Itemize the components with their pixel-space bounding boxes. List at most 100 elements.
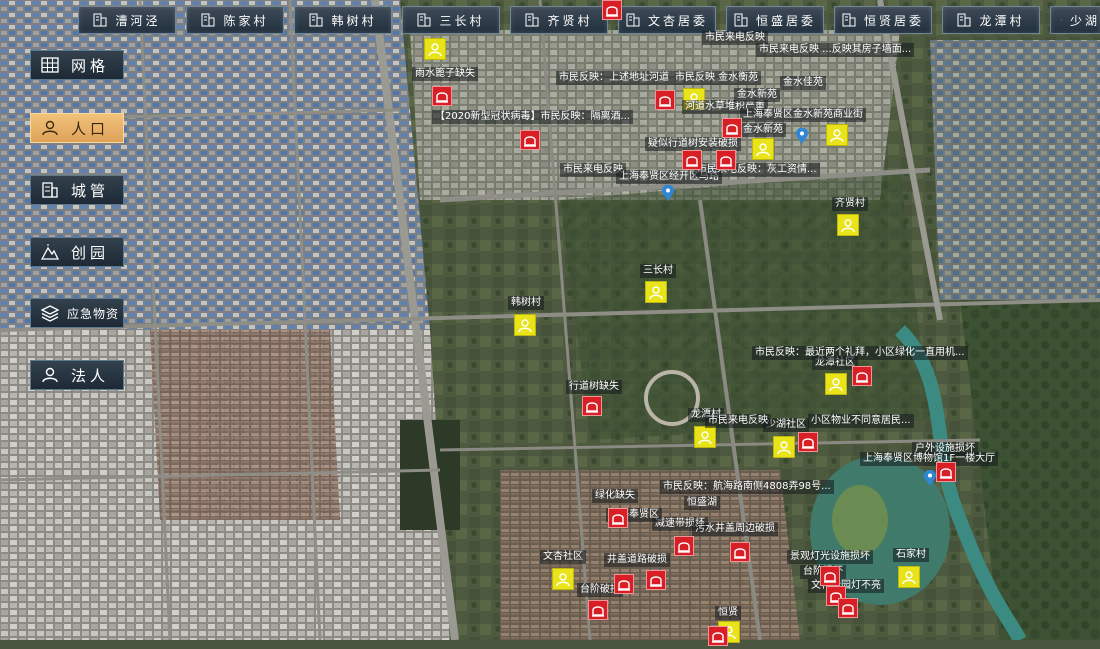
incident-marker[interactable] — [614, 574, 634, 594]
tab-label: 漕河泾 — [115, 12, 160, 29]
village-marker[interactable] — [898, 566, 920, 588]
report-label: 市民反映：上述地址河道 — [556, 71, 672, 85]
report-label: 【2020新型冠状病毒】市民反映：隔离酒... — [432, 110, 633, 124]
village-marker[interactable] — [645, 281, 667, 303]
location-pin-icon[interactable] — [662, 185, 674, 201]
mountain-icon — [41, 243, 59, 261]
incident-marker[interactable] — [936, 462, 956, 482]
menu-item-park[interactable]: 创园 — [30, 237, 124, 267]
incident-marker[interactable] — [682, 150, 702, 170]
incident-marker[interactable] — [602, 0, 622, 20]
person-icon — [774, 437, 794, 457]
incident-marker[interactable] — [716, 150, 736, 170]
tab-8[interactable]: 龙潭村 — [942, 6, 1040, 34]
report-label: 行道树缺失 — [566, 380, 622, 394]
report-label: 金水佳苑 — [780, 76, 826, 90]
location-pin-icon[interactable] — [796, 128, 808, 144]
building-icon — [957, 13, 971, 27]
building-icon — [525, 13, 539, 27]
tab-label: 恒盛居委 — [756, 12, 816, 29]
village-marker[interactable] — [552, 568, 574, 590]
satellite-map[interactable] — [0, 0, 1100, 640]
person-icon — [41, 366, 59, 384]
incident-marker[interactable] — [722, 118, 742, 138]
village-marker[interactable] — [826, 124, 848, 146]
tab-3[interactable]: 三长村 — [402, 6, 500, 34]
menu-label: 城管 — [71, 180, 109, 201]
village-marker[interactable] — [694, 426, 716, 448]
person-icon — [553, 569, 573, 589]
incident-marker[interactable] — [852, 366, 872, 386]
incident-marker[interactable] — [798, 432, 818, 452]
incident-marker[interactable] — [582, 396, 602, 416]
tab-label: 陈家村 — [223, 12, 268, 29]
tab-1[interactable]: 陈家村 — [186, 6, 284, 34]
tab-label: 少湖 — [1070, 12, 1100, 29]
menu-item-city-management[interactable]: 城管 — [30, 175, 124, 205]
tab-label: 文杏居委 — [648, 12, 708, 29]
building-icon — [626, 13, 640, 27]
alarm-icon — [675, 537, 693, 555]
report-label: 金水新苑 — [740, 123, 786, 137]
menu-item-emergency-supplies[interactable]: 应急物资 — [30, 298, 124, 328]
menu-label: 创园 — [71, 242, 109, 263]
report-label: 市民来电反映 ...反映其房子墙面... — [756, 43, 914, 57]
village-marker[interactable] — [773, 436, 795, 458]
village-marker[interactable] — [424, 38, 446, 60]
tab-6[interactable]: 恒盛居委 — [726, 6, 824, 34]
village-marker[interactable] — [514, 314, 536, 336]
alarm-icon — [615, 575, 633, 593]
person-icon — [826, 374, 846, 394]
village-marker[interactable] — [752, 138, 774, 160]
alarm-icon — [583, 397, 601, 415]
tab-0[interactable]: 漕河泾 — [78, 6, 176, 34]
village-label: 恒贤 — [715, 606, 741, 620]
alarm-icon — [839, 599, 857, 617]
tab-5[interactable]: 文杏居委 — [618, 6, 716, 34]
incident-marker[interactable] — [432, 86, 452, 106]
village-label: 石家村 — [893, 548, 929, 562]
tab-4[interactable]: 齐贤村 — [510, 6, 608, 34]
report-label: 恒盛湖 — [684, 496, 720, 510]
alarm-icon — [603, 1, 621, 19]
tab-label: 三长村 — [439, 12, 484, 29]
person-icon — [425, 39, 445, 59]
menu-item-population[interactable]: 人口 — [30, 113, 124, 143]
building-icon — [41, 181, 59, 199]
tab-7[interactable]: 恒贤居委 — [834, 6, 932, 34]
incident-marker[interactable] — [608, 508, 628, 528]
report-label: 井盖道路破损 — [604, 553, 670, 567]
incident-marker[interactable] — [520, 130, 540, 150]
building-icon — [1061, 13, 1062, 27]
incident-marker[interactable] — [820, 566, 840, 586]
incident-marker[interactable] — [730, 542, 750, 562]
building-icon — [734, 13, 748, 27]
village-marker[interactable] — [837, 214, 859, 236]
person-icon — [695, 427, 715, 447]
report-label: 市民反映：航海路南侧4808弄98号... — [660, 480, 834, 494]
alarm-icon — [799, 433, 817, 451]
tab-2[interactable]: 韩树村 — [294, 6, 392, 34]
menu-item-grid[interactable]: 网格 — [30, 50, 124, 80]
menu-label: 应急物资 — [67, 305, 119, 322]
report-label: 市民反映 金水衡苑 — [672, 71, 761, 85]
location-pin-icon[interactable] — [924, 470, 936, 486]
report-label: 污水井盖周边破损 — [692, 522, 778, 536]
incident-marker[interactable] — [646, 570, 666, 590]
menu-label: 法人 — [71, 365, 109, 386]
village-marker[interactable] — [825, 373, 847, 395]
village-label: 三长村 — [640, 264, 676, 278]
tab-9[interactable]: 少湖 — [1050, 6, 1100, 34]
alarm-icon — [937, 463, 955, 481]
incident-marker[interactable] — [588, 600, 608, 620]
village-label: 齐贤村 — [832, 197, 868, 211]
report-label: 小区物业不同意居民... — [808, 414, 914, 428]
incident-marker[interactable] — [838, 598, 858, 618]
alarm-icon — [709, 627, 727, 645]
menu-label: 人口 — [71, 118, 109, 139]
incident-marker[interactable] — [708, 626, 728, 646]
report-label: 市民来电反映：灰工资情... — [694, 163, 820, 177]
menu-item-legal-person[interactable]: 法人 — [30, 360, 124, 390]
incident-marker[interactable] — [674, 536, 694, 556]
incident-marker[interactable] — [655, 90, 675, 110]
